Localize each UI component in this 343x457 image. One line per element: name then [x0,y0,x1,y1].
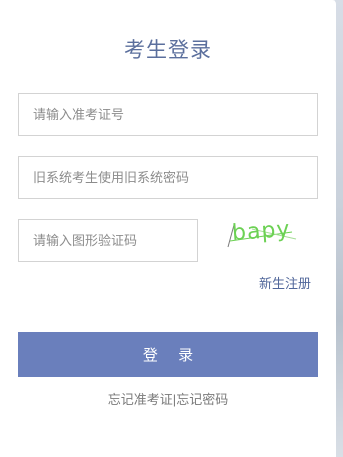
exam-id-field[interactable] [18,93,318,136]
exam-id-input[interactable] [19,94,317,135]
register-link[interactable]: 新生注册 [259,273,311,292]
forgot-exam-id-link[interactable]: 忘记准考证 [108,392,173,407]
forgot-password-link[interactable]: 忘记密码 [176,392,228,407]
password-input[interactable] [19,157,317,198]
captcha-text: bapy [231,216,292,247]
password-field[interactable] [18,156,318,199]
captcha-image[interactable]: bapy [222,213,318,259]
login-panel: 考生登录 bapy 新生注册 登 录 忘记准考证|忘记密码 [0,0,336,457]
captcha-input[interactable] [19,220,197,261]
login-button[interactable]: 登 录 [18,332,318,377]
page-title: 考生登录 [124,39,212,62]
captcha-field[interactable] [18,219,198,262]
forgot-links: 忘记准考证|忘记密码 [0,389,336,408]
background-strip [335,0,343,457]
